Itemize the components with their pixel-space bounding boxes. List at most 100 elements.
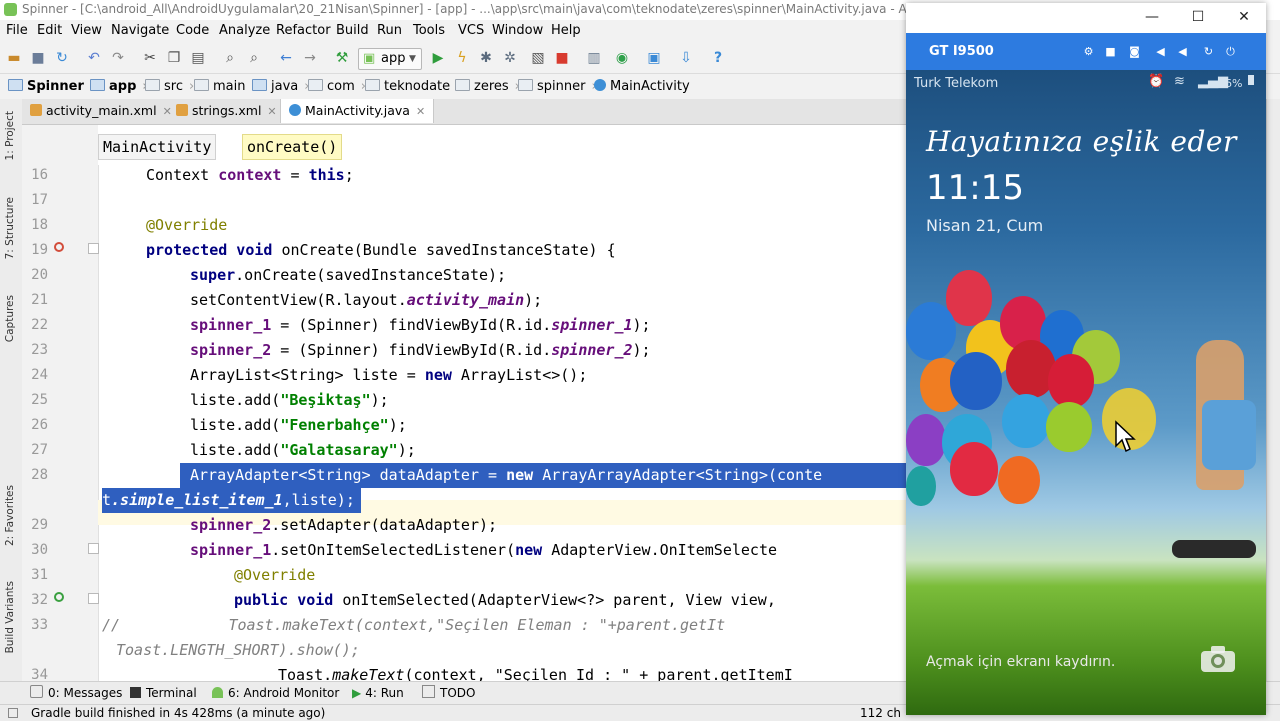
menu-build[interactable]: Build [336, 20, 369, 42]
camera-shortcut-icon[interactable] [1200, 645, 1236, 673]
breadcrumb-mainactivity[interactable]: MainActivity [594, 74, 690, 99]
avd-manager-icon[interactable]: ◉ [614, 50, 630, 66]
tool-window-captures[interactable]: Captures [4, 295, 16, 342]
coverage-icon[interactable]: ▧ [530, 50, 546, 66]
undo-icon[interactable]: ↶ [86, 50, 102, 66]
run-config-select[interactable]: ▣ app ▼ [358, 48, 422, 70]
tool-tab-run[interactable]: ▶ 4: Run [352, 682, 404, 704]
code-line-19: protected void onCreate(Bundle savedInst… [146, 241, 616, 259]
fold-icon[interactable] [88, 243, 99, 254]
code-line-28-wrap-selected: t.simple_list_item_1,liste); [102, 488, 361, 513]
android-studio-icon [4, 3, 17, 16]
breadcrumb-src[interactable]: src › [145, 74, 194, 99]
copy-icon[interactable]: ❐ [166, 50, 182, 66]
menu-view[interactable]: View [71, 20, 102, 42]
cut-icon[interactable]: ✂ [142, 50, 158, 66]
menu-vcs[interactable]: VCS [458, 20, 484, 42]
volume-down-icon[interactable]: ◀ [1152, 43, 1169, 60]
editor-breadcrumb: MainActivity onCreate() [98, 125, 906, 165]
project-structure-icon[interactable]: ▣ [646, 50, 662, 66]
menu-code[interactable]: Code [176, 20, 209, 42]
unlock-hint: Açmak için ekranı kaydırın. [926, 654, 1116, 670]
tool-window-project[interactable]: 1: Project [4, 111, 16, 160]
close-icon[interactable]: ✕ [416, 105, 425, 118]
rotate-icon[interactable]: ↻ [1200, 43, 1217, 60]
implement-marker-icon[interactable] [54, 592, 64, 602]
settings-icon[interactable]: ⚙ [1080, 43, 1097, 60]
editor-breadcrumb-class[interactable]: MainActivity [98, 134, 217, 160]
emulator-toolbar: GT I9500 ⚙ ■ ◙ ◀ ◀ ↻ ⏻ [906, 33, 1266, 70]
override-marker-icon[interactable] [54, 242, 64, 252]
tool-tab-todo[interactable]: TODO [422, 682, 475, 704]
tab-strings-xml[interactable]: strings.xml ✕ [168, 99, 285, 123]
tool-window-structure[interactable]: 7: Structure [4, 197, 16, 259]
find-icon[interactable]: ⌕ [222, 50, 238, 66]
make-project-icon[interactable]: ⚒ [334, 50, 350, 66]
tool-tab-messages[interactable]: 0: Messages [30, 682, 122, 704]
breadcrumb-spinner[interactable]: Spinner› [8, 74, 95, 99]
menu-window[interactable]: Window [492, 20, 543, 42]
power-icon[interactable]: ⏻ [1222, 43, 1239, 60]
editor-breadcrumb-method[interactable]: onCreate() [242, 134, 343, 160]
replace-icon[interactable]: ⌕ [246, 50, 262, 66]
redo-icon[interactable]: ↷ [110, 50, 126, 66]
gradle-sync-icon[interactable]: ⇩ [678, 50, 694, 66]
breadcrumb-zeres[interactable]: zeres› [455, 74, 520, 99]
volume-up-icon[interactable]: ◀ [1174, 43, 1191, 60]
lockscreen-date: Nisan 21, Cum [926, 216, 1044, 235]
code-line-23: spinner_2 = (Spinner) findViewById(R.id.… [190, 341, 651, 359]
code-editor[interactable]: MainActivity onCreate() 16 17 18 19 20 2… [22, 125, 906, 681]
breadcrumb-main[interactable]: main› [194, 74, 257, 99]
menu-tools[interactable]: Tools [413, 20, 445, 42]
menu-help[interactable]: Help [551, 20, 581, 42]
tab-activity-main-xml[interactable]: activity_main.xml ✕ [22, 99, 180, 123]
tab-mainactivity-java[interactable]: MainActivity.java ✕ [280, 99, 435, 123]
tool-windows-icon[interactable] [8, 708, 18, 718]
breadcrumb-java[interactable]: java › [252, 74, 309, 99]
attach-debugger-icon[interactable]: ✲ [502, 50, 518, 66]
run-icon[interactable]: ▶ [430, 50, 446, 66]
breadcrumb-spinner-pkg[interactable]: spinner› [518, 74, 597, 99]
help-icon[interactable]: ? [710, 50, 726, 66]
maximize-icon[interactable]: ☐ [1188, 7, 1208, 27]
debug-icon[interactable]: ✱ [478, 50, 494, 66]
menu-navigate[interactable]: Navigate [111, 20, 169, 42]
camera-icon[interactable]: ◙ [1126, 43, 1143, 60]
menu-refactor[interactable]: Refactor [276, 20, 331, 42]
device-screen[interactable]: Turk Telekom ⏰ ≋ ▂▄▆ 96% Hayatınıza eşli… [906, 70, 1266, 715]
sdk-manager-icon[interactable]: ▥ [586, 50, 602, 66]
code-line-21: setContentView(R.layout.activity_main); [190, 291, 543, 309]
menu-edit[interactable]: Edit [37, 20, 62, 42]
menu-analyze[interactable]: Analyze [219, 20, 270, 42]
tool-window-build-variants[interactable]: Build Variants [4, 581, 16, 653]
sync-icon[interactable]: ↻ [54, 50, 70, 66]
forward-icon[interactable]: → [302, 50, 318, 66]
line-number: 18 [31, 217, 48, 233]
breadcrumb-teknodate[interactable]: teknodate› [365, 74, 461, 99]
minimize-icon[interactable]: — [1142, 7, 1162, 27]
code-line-34: Toast.makeText(context, "Seçilen Id : " … [278, 666, 793, 681]
tool-tab-terminal[interactable]: Terminal [130, 682, 197, 704]
fold-icon[interactable] [88, 543, 99, 554]
code-line-33-wrap: Toast.LENGTH_SHORT).show(); [116, 641, 360, 659]
close-icon[interactable]: ✕ [1234, 7, 1254, 27]
menu-run[interactable]: Run [377, 20, 402, 42]
emulator-title-bar: — ☐ ✕ [906, 3, 1266, 33]
apply-changes-icon[interactable]: ϟ [454, 50, 470, 66]
line-number: 28 [31, 467, 48, 483]
code-line-26: liste.add("Fenerbahçe"); [190, 416, 407, 434]
breadcrumb-com[interactable]: com › [308, 74, 366, 99]
fold-icon[interactable] [88, 593, 99, 604]
close-icon[interactable]: ✕ [267, 105, 276, 118]
tool-tab-android-monitor[interactable]: 6: Android Monitor [212, 682, 339, 704]
editor-tab-bar: activity_main.xml ✕ strings.xml ✕ MainActi… [22, 99, 906, 125]
breadcrumb-app[interactable]: app› [90, 74, 148, 99]
video-icon[interactable]: ■ [1102, 43, 1119, 60]
paste-icon[interactable]: ▤ [190, 50, 206, 66]
open-folder-icon[interactable]: ▬ [6, 50, 22, 66]
save-all-icon[interactable]: ■ [30, 50, 46, 66]
tool-window-favorites[interactable]: 2: Favorites [4, 485, 16, 546]
back-icon[interactable]: ← [278, 50, 294, 66]
stop-icon[interactable]: ■ [554, 50, 570, 66]
menu-file[interactable]: File [6, 20, 28, 42]
